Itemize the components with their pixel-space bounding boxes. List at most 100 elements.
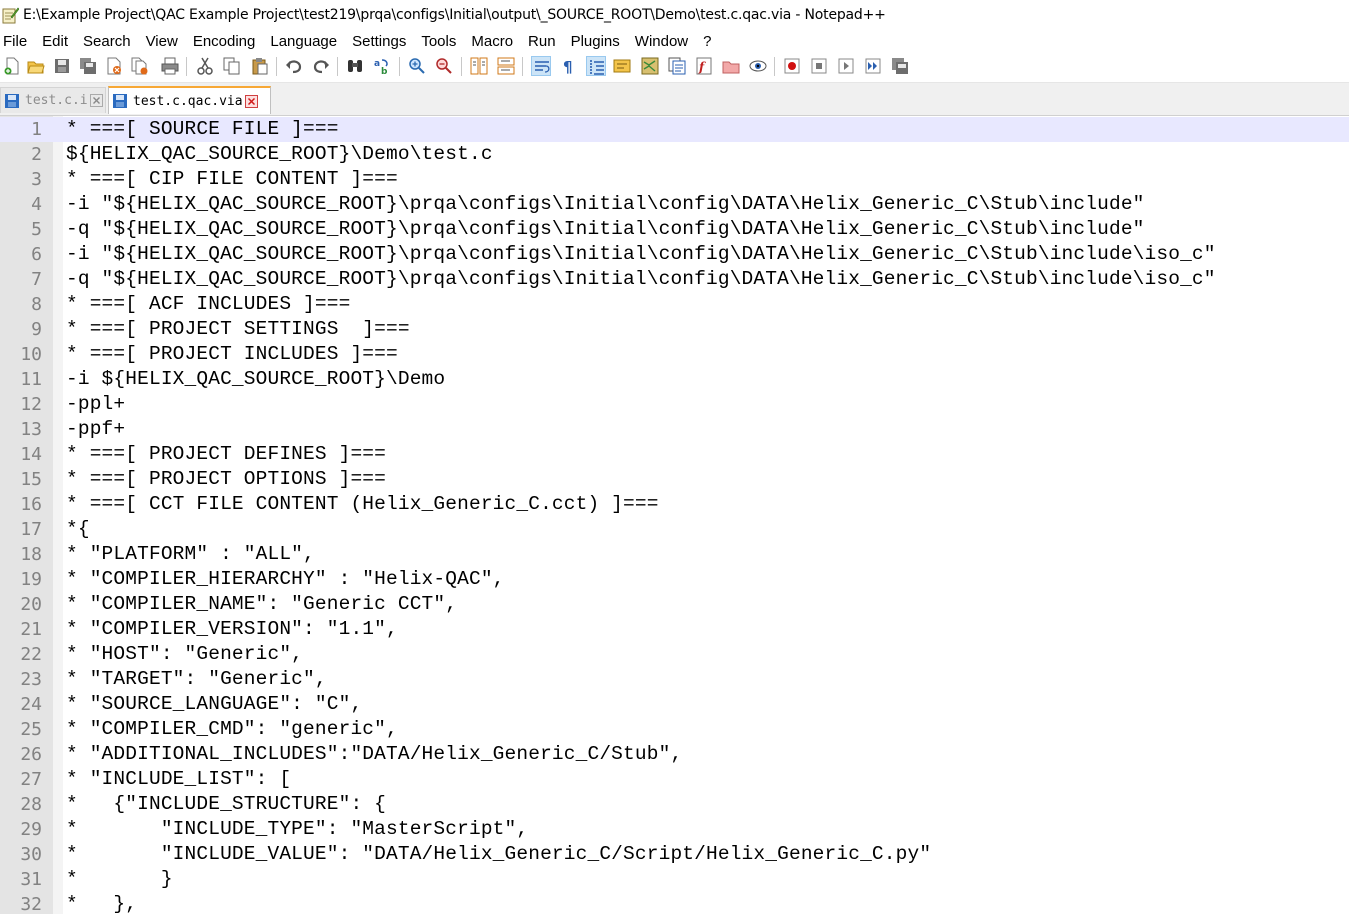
code-line[interactable]: 31 * } — [0, 867, 1349, 892]
code-line[interactable]: 9 * ===[ PROJECT SETTINGS ]=== — [0, 317, 1349, 342]
close-all-button[interactable] — [130, 56, 150, 76]
code-line[interactable]: 14 * ===[ PROJECT DEFINES ]=== — [0, 442, 1349, 467]
line-text[interactable]: * ===[ PROJECT DEFINES ]=== — [66, 443, 386, 465]
code-line[interactable]: 1 * ===[ SOURCE FILE ]=== — [0, 117, 1349, 142]
document-map-button[interactable] — [640, 56, 660, 76]
line-text[interactable]: -i "${HELIX_QAC_SOURCE_ROOT}\prqa\config… — [66, 243, 1216, 265]
line-text[interactable]: * ===[ CCT FILE CONTENT (Helix_Generic_C… — [66, 493, 659, 515]
tab-test-c-i[interactable]: test.c.i — [0, 87, 106, 113]
find-button[interactable] — [345, 56, 365, 76]
line-text[interactable]: * "HOST": "Generic", — [66, 643, 303, 665]
code-line[interactable]: 13 -ppf+ — [0, 417, 1349, 442]
print-button[interactable] — [160, 56, 180, 76]
code-line[interactable]: 6 -i "${HELIX_QAC_SOURCE_ROOT}\prqa\confi… — [0, 242, 1349, 267]
line-text[interactable]: * "INCLUDE_TYPE": "MasterScript", — [66, 818, 528, 840]
open-file-button[interactable] — [26, 56, 46, 76]
save-macro-button[interactable] — [890, 56, 910, 76]
code-line[interactable]: 22 * "HOST": "Generic", — [0, 642, 1349, 667]
redo-button[interactable] — [311, 56, 331, 76]
zoom-out-button[interactable] — [434, 56, 454, 76]
code-line[interactable]: 5 -q "${HELIX_QAC_SOURCE_ROOT}\prqa\confi… — [0, 217, 1349, 242]
zoom-in-button[interactable] — [407, 56, 427, 76]
menu-window[interactable]: Window — [631, 33, 692, 50]
line-text[interactable]: ${HELIX_QAC_SOURCE_ROOT}\Demo\test.c — [66, 143, 493, 165]
line-text[interactable]: * "ADDITIONAL_INCLUDES":"DATA/Helix_Gene… — [66, 743, 682, 765]
code-line[interactable]: 2 ${HELIX_QAC_SOURCE_ROOT}\Demo\test.c — [0, 142, 1349, 167]
menu-view[interactable]: View — [142, 33, 182, 50]
code-line[interactable]: 16 * ===[ CCT FILE CONTENT (Helix_Generic… — [0, 492, 1349, 517]
close-icon[interactable] — [89, 94, 103, 107]
menu-file[interactable]: File — [0, 33, 31, 50]
stop-recording-button[interactable] — [809, 56, 829, 76]
code-line[interactable]: 11 -i ${HELIX_QAC_SOURCE_ROOT}\Demo — [0, 367, 1349, 392]
code-line[interactable]: 30 * "INCLUDE_VALUE": "DATA/Helix_Generic… — [0, 842, 1349, 867]
playback-button[interactable] — [836, 56, 856, 76]
line-text[interactable]: * "COMPILER_HIERARCHY" : "Helix-QAC", — [66, 568, 505, 590]
line-text[interactable]: -q "${HELIX_QAC_SOURCE_ROOT}\prqa\config… — [66, 218, 1145, 240]
code-line[interactable]: 19 * "COMPILER_HIERARCHY" : "Helix-QAC", — [0, 567, 1349, 592]
line-text[interactable]: * } — [66, 868, 173, 890]
line-text[interactable]: -ppl+ — [66, 393, 125, 415]
undo-button[interactable] — [284, 56, 304, 76]
line-text[interactable]: -q "${HELIX_QAC_SOURCE_ROOT}\prqa\config… — [66, 268, 1216, 290]
code-line[interactable]: 17 *{ — [0, 517, 1349, 542]
line-text[interactable]: * {"INCLUDE_STRUCTURE": { — [66, 793, 386, 815]
editor-area[interactable]: 1 * ===[ SOURCE FILE ]=== 2 ${HELIX_QAC_SOU… — [0, 116, 1349, 914]
code-line[interactable]: 28 * {"INCLUDE_STRUCTURE": { — [0, 792, 1349, 817]
line-text[interactable]: * "SOURCE_LANGUAGE": "C", — [66, 693, 362, 715]
menu-tools[interactable]: Tools — [417, 33, 460, 50]
menu-language[interactable]: Language — [266, 33, 341, 50]
show-all-characters-button[interactable]: ¶ — [558, 56, 578, 76]
line-text[interactable]: * ===[ CIP FILE CONTENT ]=== — [66, 168, 398, 190]
menu-encoding[interactable]: Encoding — [189, 33, 260, 50]
start-recording-button[interactable] — [782, 56, 802, 76]
user-defined-language-button[interactable] — [612, 56, 632, 76]
line-text[interactable]: * ===[ PROJECT SETTINGS ]=== — [66, 318, 410, 340]
copy-button[interactable] — [222, 56, 242, 76]
run-macro-multiple-button[interactable] — [863, 56, 883, 76]
menu-edit[interactable]: Edit — [38, 33, 72, 50]
menu-plugins[interactable]: Plugins — [567, 33, 624, 50]
line-text[interactable]: * "INCLUDE_VALUE": "DATA/Helix_Generic_C… — [66, 843, 931, 865]
menu-run[interactable]: Run — [524, 33, 560, 50]
folder-as-workspace-button[interactable] — [721, 56, 741, 76]
line-text[interactable]: * "INCLUDE_LIST": [ — [66, 768, 291, 790]
line-text[interactable]: * ===[ PROJECT OPTIONS ]=== — [66, 468, 386, 490]
monitoring-button[interactable] — [748, 56, 768, 76]
code-line[interactable]: 24 * "SOURCE_LANGUAGE": "C", — [0, 692, 1349, 717]
line-text[interactable]: -i "${HELIX_QAC_SOURCE_ROOT}\prqa\config… — [66, 193, 1145, 215]
line-text[interactable]: *{ — [66, 518, 90, 540]
code-line[interactable]: 23 * "TARGET": "Generic", — [0, 667, 1349, 692]
code-line[interactable]: 15 * ===[ PROJECT OPTIONS ]=== — [0, 467, 1349, 492]
line-text[interactable]: * ===[ PROJECT INCLUDES ]=== — [66, 343, 398, 365]
code-line[interactable]: 32 * }, — [0, 892, 1349, 914]
line-text[interactable]: * }, — [66, 893, 137, 914]
code-line[interactable]: 29 * "INCLUDE_TYPE": "MasterScript", — [0, 817, 1349, 842]
line-text[interactable]: -i ${HELIX_QAC_SOURCE_ROOT}\Demo — [66, 368, 445, 390]
menu-help[interactable]: ? — [699, 33, 715, 50]
sync-vertical-scroll-button[interactable] — [469, 56, 489, 76]
code-line[interactable]: 18 * "PLATFORM" : "ALL", — [0, 542, 1349, 567]
replace-button[interactable]: ab — [372, 56, 392, 76]
menu-settings[interactable]: Settings — [348, 33, 410, 50]
word-wrap-button[interactable] — [531, 56, 551, 76]
close-icon[interactable] — [244, 94, 258, 108]
code-line[interactable]: 10 * ===[ PROJECT INCLUDES ]=== — [0, 342, 1349, 367]
save-all-button[interactable] — [78, 56, 98, 76]
menu-macro[interactable]: Macro — [467, 33, 517, 50]
code-line[interactable]: 12 -ppl+ — [0, 392, 1349, 417]
code-line[interactable]: 3 * ===[ CIP FILE CONTENT ]=== — [0, 167, 1349, 192]
save-button[interactable] — [52, 56, 72, 76]
function-list-button[interactable]: f — [694, 56, 714, 76]
line-text[interactable]: * "COMPILER_NAME": "Generic CCT", — [66, 593, 457, 615]
cut-button[interactable] — [195, 56, 215, 76]
line-text[interactable]: * "PLATFORM" : "ALL", — [66, 543, 315, 565]
paste-button[interactable] — [250, 56, 270, 76]
close-file-button[interactable] — [104, 56, 124, 76]
line-text[interactable]: * ===[ SOURCE FILE ]=== — [66, 118, 339, 140]
indent-guide-button[interactable] — [586, 56, 606, 76]
code-line[interactable]: 21 * "COMPILER_VERSION": "1.1", — [0, 617, 1349, 642]
code-line[interactable]: 26 * "ADDITIONAL_INCLUDES":"DATA/Helix_Ge… — [0, 742, 1349, 767]
code-line[interactable]: 25 * "COMPILER_CMD": "generic", — [0, 717, 1349, 742]
code-line[interactable]: 8 * ===[ ACF INCLUDES ]=== — [0, 292, 1349, 317]
